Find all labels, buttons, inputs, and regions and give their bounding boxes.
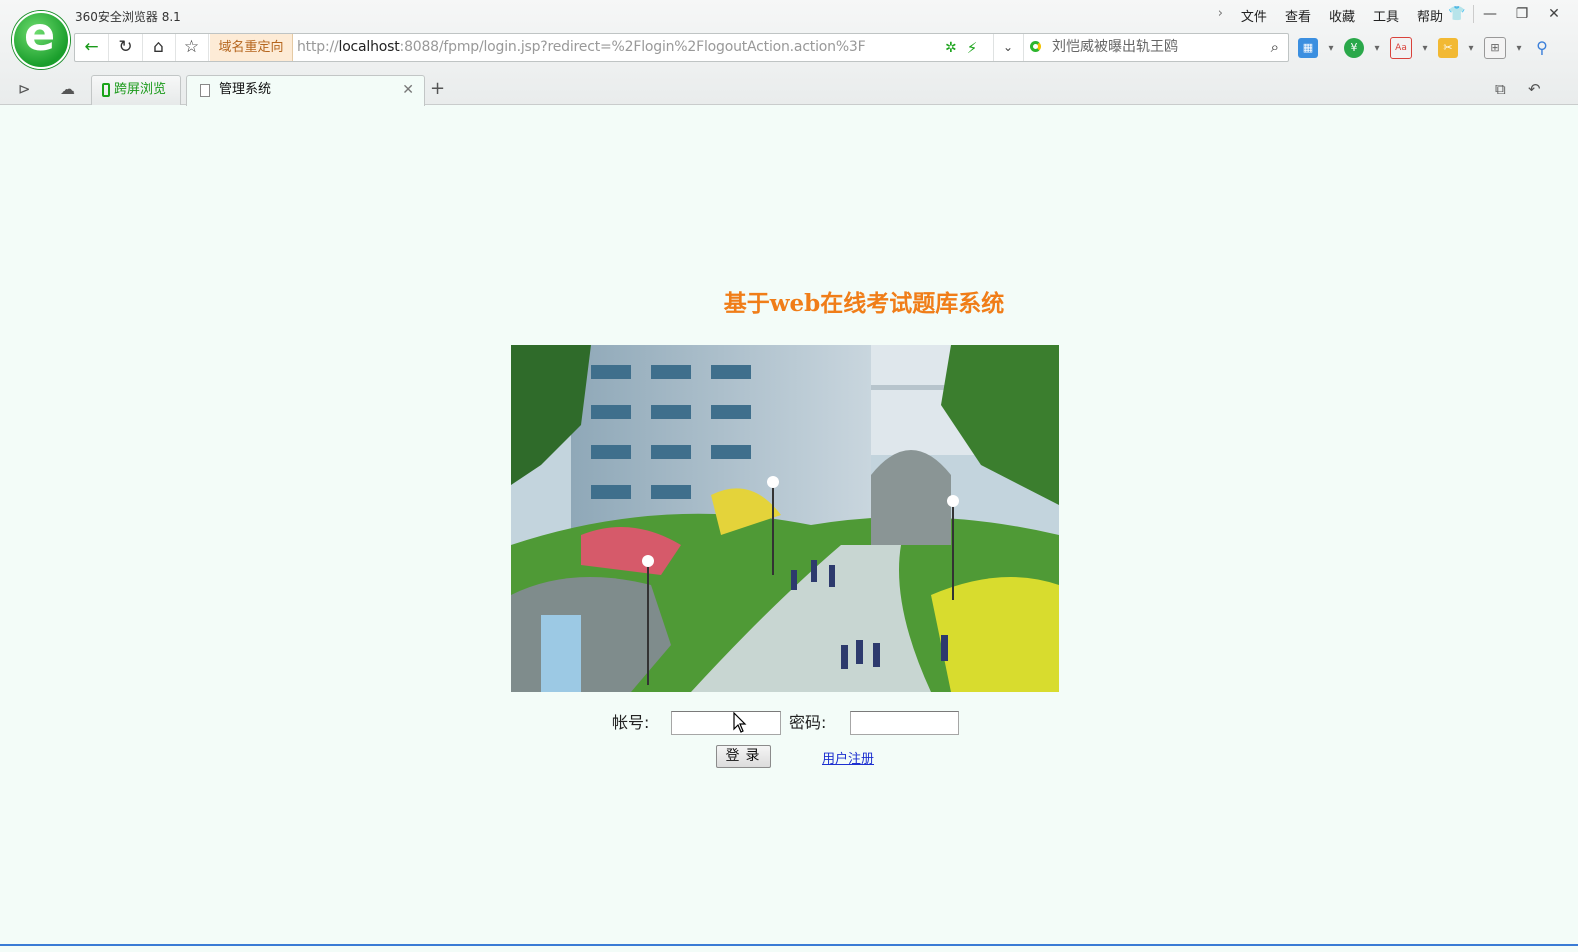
mouse-cursor-icon [733,712,747,733]
register-link[interactable]: 用户注册 [822,748,874,767]
menu-tools[interactable]: 工具 [1373,6,1399,25]
page-title: 基于web在线考试题库系统 [723,290,1005,317]
search-text: 刘恺威被曝出轨王鸥 [1052,39,1178,55]
chevron-down-icon[interactable]: ▾ [1512,43,1526,54]
zoom-icon[interactable]: ⚲ [1532,38,1552,58]
refresh-icon[interactable]: ↻ [109,34,143,61]
url-input[interactable]: http://localhost:8088/fpmp/login.jsp?red… [297,34,866,61]
tab-management-system[interactable]: 管理系统 ✕ [186,75,425,106]
browser-chrome: 360安全浏览器 8.1 › 文件 查看 收藏 工具 帮助 👕 — ❐ ✕ ← … [0,0,1578,106]
chevron-down-icon[interactable]: ▾ [1324,43,1338,54]
account-label: 帐号: [612,713,650,732]
chevron-down-icon[interactable]: ▾ [1418,43,1432,54]
window-bottom-border [0,944,1578,946]
url-icons: ✲ ⚡ [945,34,977,61]
window-controls: 👕 — ❐ ✕ [1441,3,1570,25]
tab-label: 管理系统 [219,82,272,97]
app-title: 360安全浏览器 8.1 [75,10,181,24]
url-rest: :8088/fpmp/login.jsp?redirect=%2Flogin%2… [399,39,866,55]
lightning-icon[interactable]: ⚡ [967,39,978,57]
new-tab-plus-icon[interactable]: + [430,78,445,99]
sidebar-toggle-icon[interactable]: ⊳ [18,80,31,98]
security-shield-icon[interactable]: ✲ [945,40,957,56]
apps-grid-icon[interactable]: ▦ [1298,38,1318,58]
undo-close-icon[interactable]: ↶ [1528,80,1541,98]
url-prefix: http:// [297,39,339,55]
restore-tab-icon[interactable]: ⧉ [1495,80,1506,98]
chevron-down-icon[interactable]: ▾ [1370,43,1384,54]
menu-view[interactable]: 查看 [1285,6,1311,25]
url-host: localhost [338,39,400,55]
extension-toolbar: ▦ ▾ ¥ ▾ Aa ▾ ✂ ▾ ⊞ ▾ ⚲ [1298,37,1552,59]
address-bar: ← ↻ ⌂ ☆ 域名重定向 http://localhost:8088/fpmp… [74,33,1289,62]
search-engine-icon[interactable] [1030,41,1041,52]
password-input[interactable] [850,711,959,735]
domain-redirect-badge[interactable]: 域名重定向 [210,34,293,61]
translate-icon[interactable]: Aa [1390,37,1412,59]
screenshot-icon[interactable]: ✂ [1438,38,1458,58]
chevron-down-icon[interactable]: ▾ [1464,43,1478,54]
tab-bar: ⊳ ☁ 跨屏浏览 管理系统 ✕ + ⧉ ↶ [0,72,1578,106]
menu-file[interactable]: 文件 [1241,6,1267,25]
menu-help[interactable]: 帮助 [1417,6,1443,25]
menu-favorites[interactable]: 收藏 [1329,6,1355,25]
url-dropdown-chevron-icon[interactable]: ⌄ [993,34,1022,61]
close-window-button[interactable]: ✕ [1538,3,1570,25]
menu-bar: › 文件 查看 收藏 工具 帮助 [1218,6,1443,25]
chevron-right-icon[interactable]: › [1218,6,1223,25]
campus-garden-image [511,345,1059,692]
account-input[interactable] [671,711,781,735]
search-icon[interactable]: ⌕ [1271,34,1279,61]
search-input[interactable]: 刘恺威被曝出轨王鸥 ⌕ [1023,34,1289,61]
home-icon[interactable]: ⌂ [142,34,176,61]
minimize-button[interactable]: — [1474,3,1506,25]
payment-shield-icon[interactable]: ¥ [1344,38,1364,58]
browser-logo-icon [12,7,70,69]
restore-button[interactable]: ❐ [1506,3,1538,25]
tab-label: 跨屏浏览 [114,82,167,97]
password-label: 密码: [789,713,827,732]
back-arrow-icon[interactable]: ← [75,34,109,61]
campus-illustration [511,345,1059,692]
login-button[interactable]: 登录 [716,745,771,768]
cloud-icon[interactable]: ☁ [60,80,75,98]
close-tab-icon[interactable]: ✕ [402,76,414,104]
tab-cross-screen[interactable]: 跨屏浏览 [91,75,181,105]
bookmark-star-icon[interactable]: ☆ [175,34,209,61]
document-icon [200,84,210,97]
skin-icon[interactable]: 👕 [1441,3,1473,25]
game-icon[interactable]: ⊞ [1484,37,1506,59]
